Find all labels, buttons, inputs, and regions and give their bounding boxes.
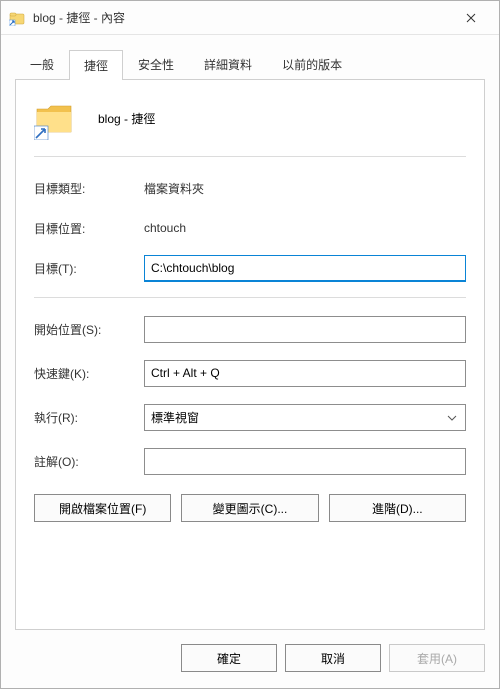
close-button[interactable] [451,3,491,33]
label-shortcut-key: 快速鍵(K): [34,365,144,382]
shortcut-name: blog - 捷徑 [98,110,155,127]
window-title: blog - 捷徑 - 內容 [33,9,451,26]
tab-details[interactable]: 詳細資料 [189,49,267,79]
value-target-type: 檔案資料夾 [144,180,466,197]
tab-bar: 一般 捷徑 安全性 詳細資料 以前的版本 [1,35,499,79]
label-target-location: 目標位置: [34,220,144,237]
titlebar: blog - 捷徑 - 內容 [1,1,499,35]
label-start-in: 開始位置(S): [34,321,144,338]
tab-panel-shortcut: blog - 捷徑 目標類型: 檔案資料夾 目標位置: chtouch 目標(T… [15,79,485,630]
value-target-location: chtouch [144,221,466,235]
start-in-input[interactable] [144,316,466,343]
tab-security[interactable]: 安全性 [123,49,189,79]
target-input[interactable] [144,255,466,282]
ok-button[interactable]: 確定 [181,644,277,672]
apply-button[interactable]: 套用(A) [389,644,485,672]
change-icon-button[interactable]: 變更圖示(C)... [181,494,318,522]
close-icon [466,13,476,23]
comment-input[interactable] [144,448,466,475]
label-comment: 註解(O): [34,453,144,470]
open-file-location-button[interactable]: 開啟檔案位置(F) [34,494,171,522]
label-target: 目標(T): [34,260,144,277]
cancel-button[interactable]: 取消 [285,644,381,672]
tab-previous-versions[interactable]: 以前的版本 [267,49,357,79]
shortcut-key-input[interactable] [144,360,466,387]
properties-window: blog - 捷徑 - 內容 一般 捷徑 安全性 詳細資料 以前的版本 blog… [0,0,500,689]
run-select[interactable]: 標準視窗 [144,404,466,431]
label-run: 執行(R): [34,409,144,426]
tab-general[interactable]: 一般 [15,49,69,79]
separator [34,156,466,157]
separator [34,297,466,298]
header-row: blog - 捷徑 [34,98,466,156]
label-target-type: 目標類型: [34,180,144,197]
action-row: 開啟檔案位置(F) 變更圖示(C)... 進階(D)... [34,494,466,522]
folder-shortcut-icon [9,10,25,26]
advanced-button[interactable]: 進階(D)... [329,494,466,522]
chevron-down-icon [447,410,457,424]
folder-shortcut-large-icon [34,98,74,138]
tab-shortcut[interactable]: 捷徑 [69,50,123,80]
dialog-footer: 確定 取消 套用(A) [1,644,499,688]
run-select-value: 標準視窗 [151,409,199,426]
